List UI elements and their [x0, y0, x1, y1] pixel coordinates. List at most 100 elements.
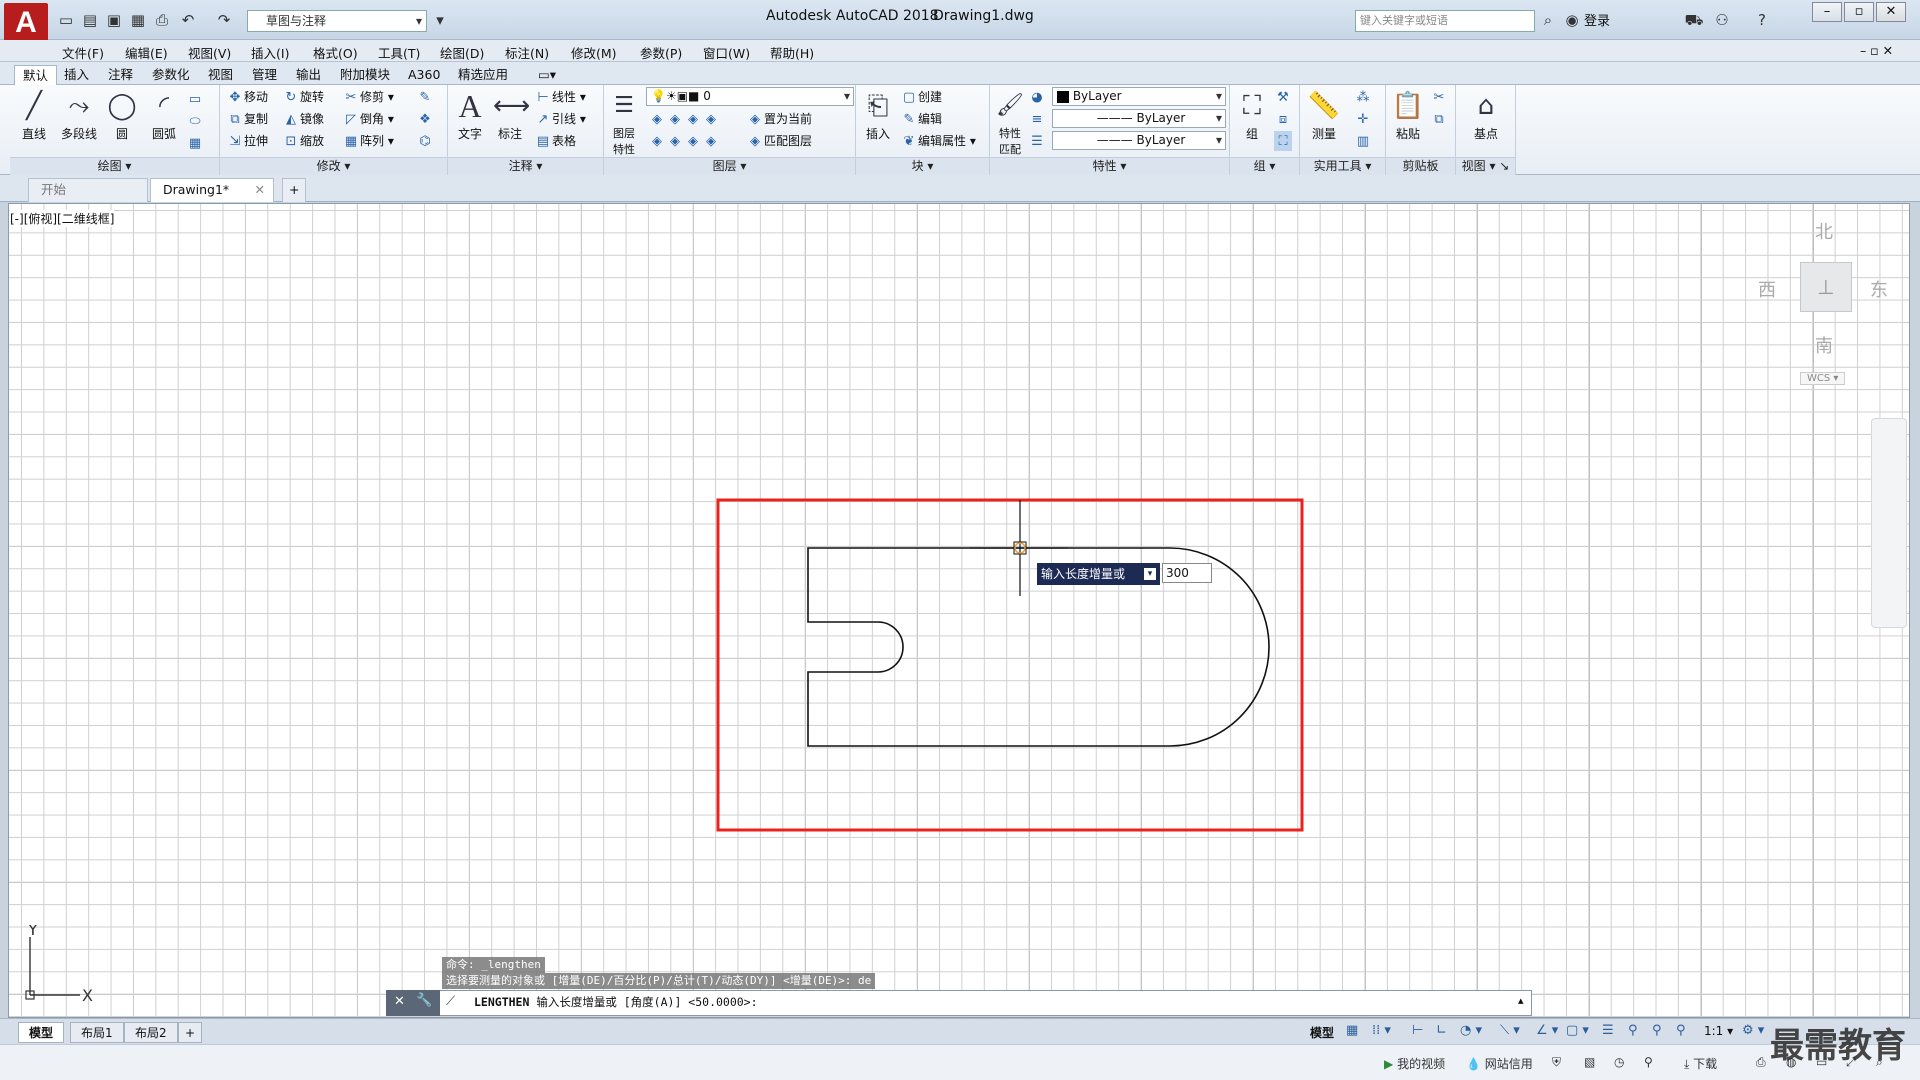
- clock-icon[interactable]: ◷: [1614, 1055, 1624, 1069]
- viewcube-top-face[interactable]: ⊥: [1800, 262, 1852, 312]
- table-button[interactable]: ▤ 表格: [534, 131, 576, 151]
- annotation-scale-icon[interactable]: ⚲: [1676, 1023, 1686, 1038]
- edit-block-button[interactable]: ✎ 编辑: [900, 109, 942, 129]
- edit-attributes-button[interactable]: ❦ 编辑属性 ▾: [900, 131, 976, 151]
- ribbon-toggle-icon[interactable]: ▭▾: [530, 65, 564, 85]
- explode-icon[interactable]: ❖: [416, 109, 434, 129]
- viewcube-west[interactable]: 西: [1758, 276, 1776, 302]
- trim-button[interactable]: ✂ 修剪 ▾: [342, 87, 394, 107]
- menu-help[interactable]: 帮助(H): [770, 43, 814, 62]
- print-icon[interactable]: ⎙: [152, 10, 172, 30]
- panel-block-label[interactable]: 块 ▾: [856, 157, 989, 175]
- panel-draw-label[interactable]: 绘图 ▾: [10, 157, 219, 175]
- grid-icon[interactable]: ▦: [1346, 1023, 1358, 1038]
- group-edit-icon[interactable]: ⧈: [1274, 109, 1292, 129]
- quick-select-icon[interactable]: ⁂: [1354, 87, 1372, 107]
- minimize-button[interactable]: –: [1812, 2, 1842, 22]
- connect-icon[interactable]: ⚇: [1712, 10, 1732, 30]
- panel-utilities-label[interactable]: 实用工具 ▾: [1300, 157, 1385, 175]
- ungroup-icon[interactable]: ⚒: [1274, 87, 1292, 107]
- save-icon[interactable]: ▣: [104, 10, 124, 30]
- insert-block-button[interactable]: ⎗ 插入: [858, 89, 898, 142]
- tab-parametric[interactable]: 参数化: [144, 65, 198, 85]
- menu-view[interactable]: 视图(V): [188, 43, 231, 62]
- paste-button[interactable]: 📋 粘贴: [1388, 89, 1428, 142]
- tab-featured-apps[interactable]: 精选应用: [450, 65, 516, 85]
- save-as-icon[interactable]: ▦: [128, 10, 148, 30]
- cart-icon[interactable]: ⛟: [1684, 10, 1704, 30]
- viewport-controls[interactable]: [-][俯视][二维线框]: [10, 210, 115, 227]
- menu-insert[interactable]: 插入(I): [251, 43, 289, 62]
- color-wheel-icon[interactable]: ◕: [1028, 87, 1046, 107]
- shield-icon[interactable]: ⛨: [1552, 1055, 1561, 1070]
- group-button[interactable]: ⛶ 组: [1232, 89, 1272, 142]
- menu-dimension[interactable]: 标注(N): [505, 43, 549, 62]
- linetype-icon[interactable]: ≡: [1028, 109, 1046, 129]
- base-point-button[interactable]: ⌂ 基点: [1466, 89, 1506, 142]
- annotation-visibility-icon[interactable]: ⚲: [1628, 1023, 1638, 1038]
- auto-scale-icon[interactable]: ⚲: [1652, 1023, 1662, 1038]
- snap-icon[interactable]: ⁞⁞ ▾: [1372, 1023, 1391, 1038]
- menu-draw[interactable]: 绘图(D): [440, 43, 484, 62]
- settings-gear-icon[interactable]: ⚙ ▾: [1742, 1023, 1764, 1038]
- polar-icon[interactable]: ◔ ▾: [1460, 1023, 1482, 1038]
- tab-output[interactable]: 输出: [288, 65, 329, 85]
- lineweight-status-icon[interactable]: ∠ ▾: [1536, 1023, 1558, 1038]
- copy-clip-icon[interactable]: ⧉: [1430, 109, 1448, 129]
- close-button[interactable]: ✕: [1876, 2, 1906, 22]
- pin-icon[interactable]: ⚲: [1644, 1055, 1653, 1069]
- workspace-select[interactable]: 草图与注释: [247, 10, 427, 32]
- panel-view-label[interactable]: 视图 ▾ ↘: [1456, 157, 1515, 175]
- copy-button[interactable]: ⧉ 复制: [226, 109, 268, 129]
- login-button[interactable]: 登录: [1584, 10, 1610, 29]
- panel-layers-label[interactable]: 图层 ▾: [604, 157, 855, 175]
- tab-addins[interactable]: 附加模块: [332, 65, 398, 85]
- command-history-toggle-icon[interactable]: ▴: [1518, 994, 1524, 1007]
- layout-tab-layout2[interactable]: 布局2: [124, 1022, 178, 1043]
- my-videos-button[interactable]: ▶ 我的视频: [1384, 1055, 1445, 1072]
- model-space-button[interactable]: 模型: [1310, 1024, 1334, 1041]
- line-button[interactable]: ╱ 直线: [14, 89, 54, 142]
- viewcube-north[interactable]: 北: [1815, 218, 1833, 244]
- menu-format[interactable]: 格式(O): [313, 43, 358, 62]
- lineweight-icon[interactable]: ☰: [1028, 131, 1046, 151]
- offset-icon[interactable]: ⌬: [416, 131, 434, 151]
- cut-icon[interactable]: ✂: [1430, 87, 1448, 107]
- search-input[interactable]: 键入关键字或短语: [1355, 10, 1535, 32]
- help-icon[interactable]: ?: [1752, 10, 1772, 30]
- arc-button[interactable]: ◜ 圆弧: [144, 89, 184, 142]
- transparency-icon[interactable]: ☰: [1602, 1023, 1614, 1038]
- move-button[interactable]: ✥ 移动: [226, 87, 268, 107]
- drawing-canvas[interactable]: [8, 203, 1910, 1018]
- linear-button[interactable]: ⊢ 线性 ▾: [534, 87, 586, 107]
- group-select-icon[interactable]: ⛶: [1274, 131, 1292, 151]
- measure-button[interactable]: 📏 测量: [1304, 89, 1344, 142]
- osnap-tracking-icon[interactable]: ⟍ ▾: [1500, 1023, 1520, 1038]
- tab-drawing1[interactable]: Drawing1* ✕: [150, 178, 274, 202]
- menu-file[interactable]: 文件(F): [62, 43, 104, 62]
- printer-icon[interactable]: ⎙: [1756, 1055, 1766, 1070]
- set-current-button[interactable]: ◈ 置为当前: [746, 109, 812, 129]
- annotation-scale-select[interactable]: 1:1 ▾: [1704, 1024, 1733, 1038]
- undo-icon[interactable]: ↶: [178, 10, 198, 30]
- calculator-icon[interactable]: ▥: [1354, 131, 1372, 151]
- create-block-button[interactable]: ▢ 创建: [900, 87, 942, 107]
- dynamic-input-icon[interactable]: ⊢: [1412, 1023, 1423, 1038]
- dimension-button[interactable]: ⟷ 标注: [490, 89, 530, 142]
- circle-button[interactable]: ◯ 圆: [102, 89, 142, 142]
- tab-insert[interactable]: 插入: [56, 65, 97, 85]
- erase-icon[interactable]: ✎: [416, 87, 434, 107]
- tab-manage[interactable]: 管理: [244, 65, 285, 85]
- layout-tab-layout1[interactable]: 布局1: [70, 1022, 124, 1043]
- new-file-icon[interactable]: ▭: [56, 10, 76, 30]
- close-tab-icon[interactable]: ✕: [255, 179, 265, 201]
- download-button[interactable]: ⤓ 下载: [1684, 1055, 1717, 1072]
- panel-properties-label[interactable]: 特性 ▾: [990, 157, 1229, 175]
- new-tab-button[interactable]: +: [282, 178, 307, 202]
- polyline-button[interactable]: ⤳ 多段线: [56, 89, 102, 142]
- tab-start[interactable]: 开始: [28, 178, 148, 202]
- panel-annotation-label[interactable]: 注释 ▾: [448, 157, 603, 175]
- tab-view[interactable]: 视图: [200, 65, 241, 85]
- rotate-button[interactable]: ↻ 旋转: [282, 87, 324, 107]
- panel-groups-label[interactable]: 组 ▾: [1230, 157, 1299, 175]
